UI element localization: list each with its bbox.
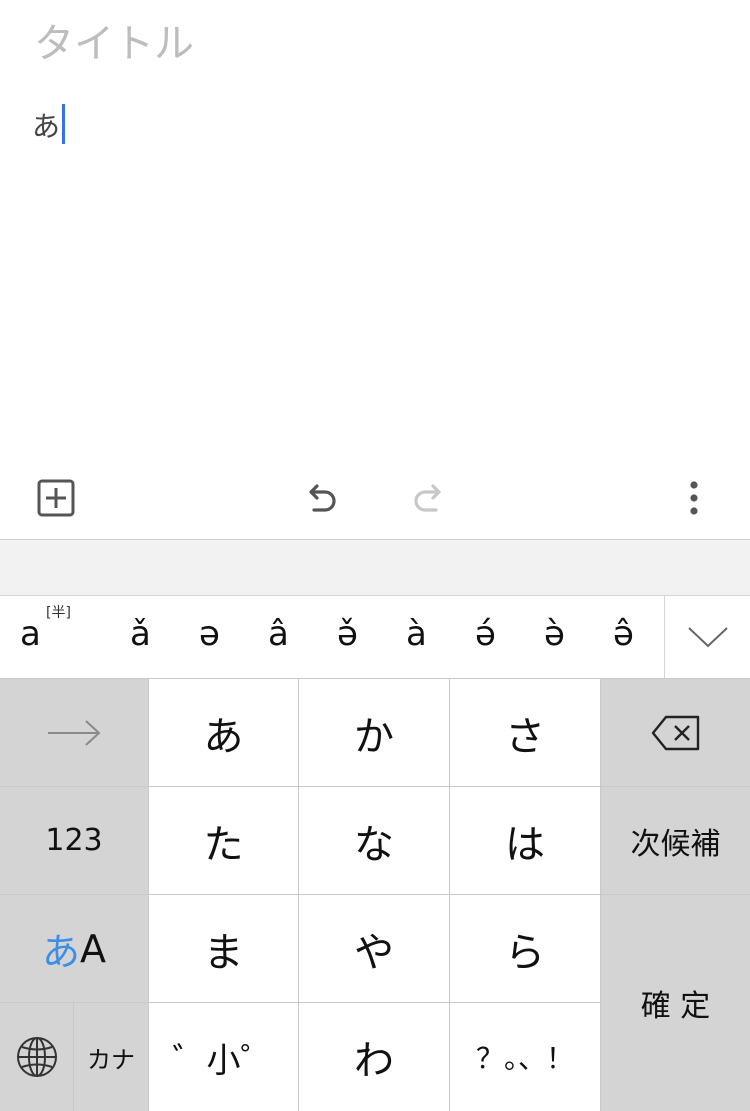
mode-kana-label: あ (41, 930, 80, 974)
chevron-down-icon (688, 627, 728, 648)
suggestion-item[interactable]: ə̂ (613, 614, 634, 654)
globe-key[interactable] (0, 1003, 73, 1111)
key-wa[interactable]: わ (299, 1003, 449, 1111)
key-ha[interactable]: は (450, 787, 600, 894)
candidate-bar (0, 540, 750, 596)
flick-keyboard: あ か さ 123 た な は 次候補 あA ま や ら 確 定 カナ ゛小゜ … (0, 679, 750, 1111)
undo-button[interactable] (292, 470, 348, 526)
suggestion-item[interactable]: a (20, 614, 41, 654)
delete-key[interactable] (601, 679, 750, 786)
mode-alpha-label: A (80, 926, 106, 971)
expand-suggestions-button[interactable] (664, 596, 750, 678)
text-caret (62, 104, 66, 144)
key-ya[interactable]: や (299, 895, 449, 1002)
numbers-key[interactable]: 123 (0, 787, 148, 894)
suggestion-row: a [半] ǎ ə â ə̌ à ə́ ə̀ ə̂ (0, 596, 750, 679)
suggestion-item[interactable]: ə́ (475, 614, 496, 654)
confirm-key[interactable]: 確 定 (601, 895, 750, 1111)
body-text: あ (32, 110, 61, 143)
next-candidate-key[interactable]: 次候補 (601, 787, 750, 894)
suggestion-item[interactable]: ə (199, 614, 220, 654)
more-vertical-icon (690, 481, 698, 515)
suggestion-item[interactable]: ə̀ (544, 614, 565, 654)
key-sa[interactable]: さ (450, 679, 600, 786)
arrow-right-key[interactable] (0, 679, 148, 786)
globe-icon (16, 1037, 57, 1077)
title-input[interactable] (34, 14, 714, 74)
key-ta[interactable]: た (149, 787, 298, 894)
suggestion-item[interactable]: ǎ (130, 614, 151, 654)
note-body[interactable]: あ (32, 104, 712, 404)
undo-icon (309, 484, 336, 512)
more-options-button[interactable] (666, 470, 722, 526)
editor-toolbar (0, 460, 750, 538)
arrow-right-icon (48, 719, 101, 746)
key-na[interactable]: な (299, 787, 449, 894)
redo-button[interactable] (402, 470, 458, 526)
suggestion-note: [半] (46, 605, 71, 621)
katakana-key[interactable]: カナ (74, 1003, 148, 1111)
redo-icon (414, 484, 441, 512)
key-ra[interactable]: ら (450, 895, 600, 1002)
key-punctuation[interactable]: ？。、！ (450, 1003, 600, 1111)
add-box-icon (37, 479, 75, 517)
key-a[interactable]: あ (149, 679, 298, 786)
delete-icon (651, 715, 699, 750)
key-ma[interactable]: ま (149, 895, 298, 1002)
suggestion-item[interactable]: â (268, 614, 289, 654)
suggestion-item[interactable]: ə̌ (337, 614, 358, 654)
key-dakuten-small[interactable]: ゛小゜ (149, 1003, 298, 1111)
add-button[interactable] (28, 470, 84, 526)
suggestion-item[interactable]: à (406, 614, 427, 654)
key-ka[interactable]: か (299, 679, 449, 786)
input-mode-key[interactable]: あA (0, 895, 148, 1002)
